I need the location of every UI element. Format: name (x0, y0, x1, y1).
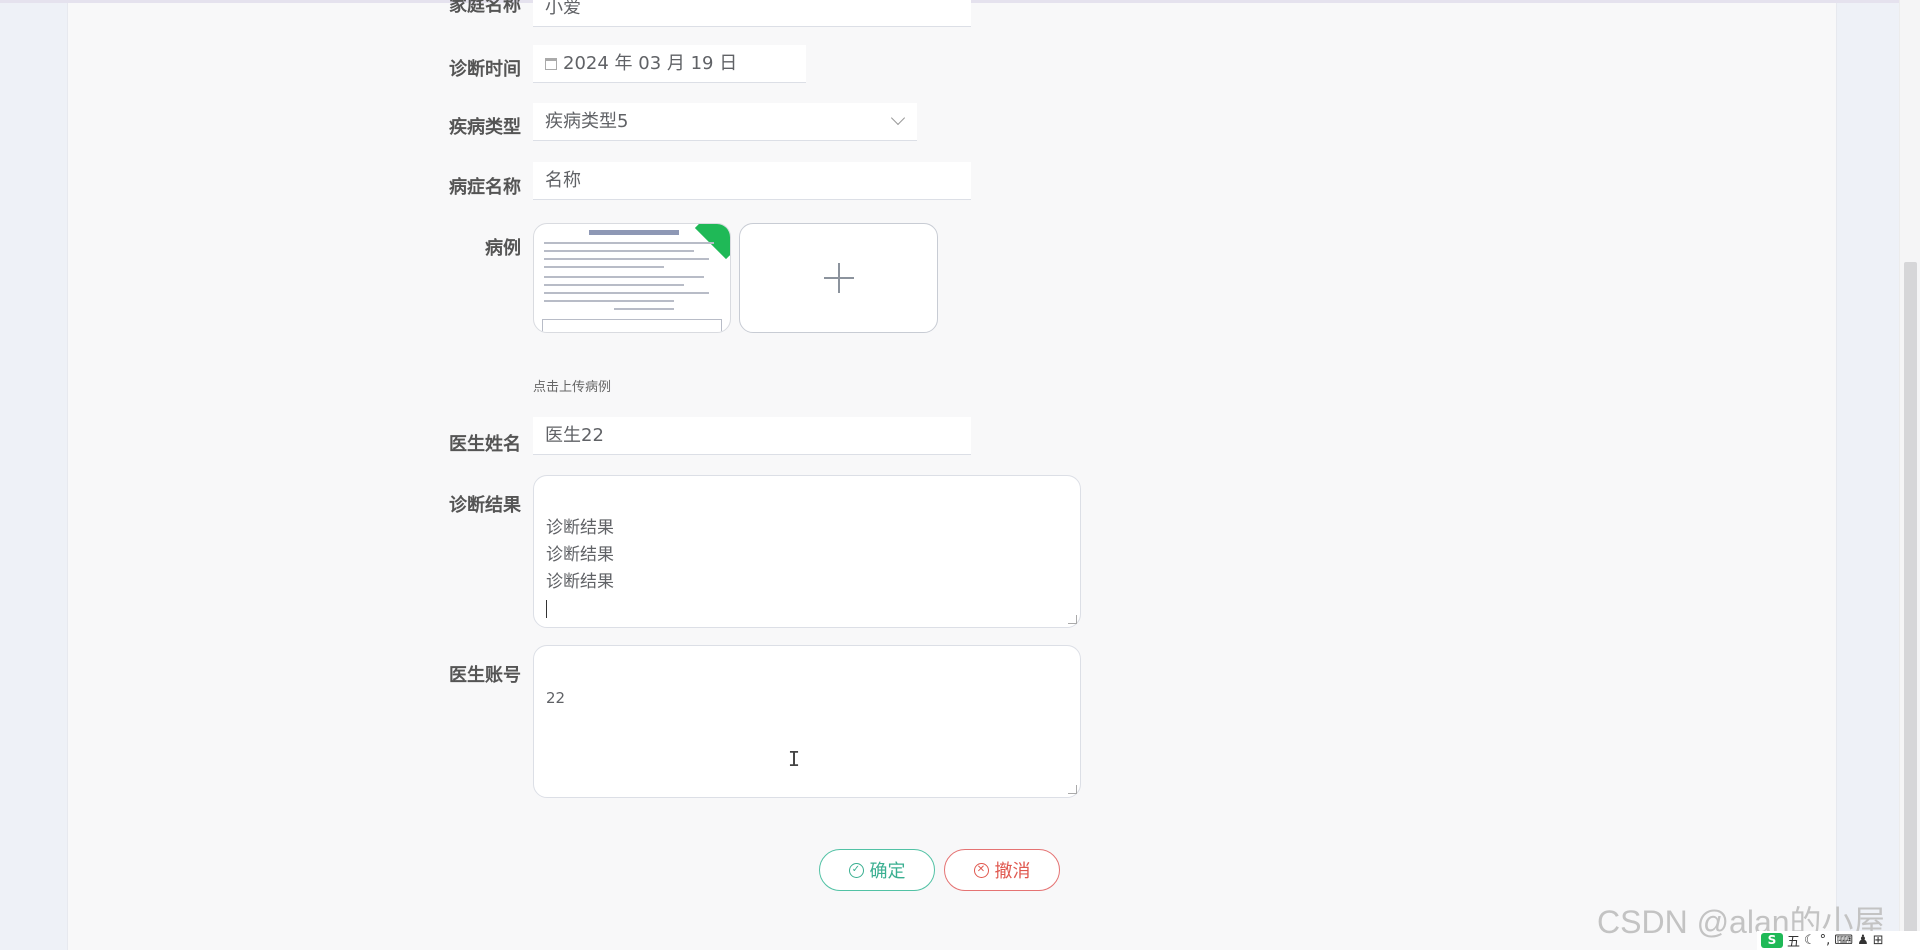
diagnosis-time-label: 诊断时间 (449, 59, 521, 80)
symptom-name-input[interactable]: 名称 (533, 162, 971, 200)
case-upload-button[interactable] (739, 223, 938, 333)
confirm-button[interactable]: ✓ 确定 (819, 849, 935, 891)
ime-mode[interactable]: 五 (1787, 931, 1800, 950)
diagnosis-result-textarea[interactable]: 诊断结果 诊断结果 诊断结果 (533, 475, 1081, 628)
disease-type-value: 疾病类型5 (545, 111, 629, 132)
case-image-thumbnail[interactable] (533, 223, 731, 333)
i-beam-cursor-icon: I (788, 747, 801, 771)
family-name-label: 家庭名称 (449, 0, 521, 16)
disease-type-select[interactable]: 疾病类型5 (533, 103, 917, 141)
cancel-button[interactable]: ✕ 撤消 (944, 849, 1060, 891)
disease-type-label: 疾病类型 (449, 117, 521, 138)
case-label: 病例 (485, 238, 521, 259)
ime-tray[interactable]: S 五 ☾ °, ⌨ ♟ ⊞ (1757, 931, 1920, 950)
close-circle-icon: ✕ (973, 862, 989, 878)
doctor-name-input[interactable]: 医生22 (533, 417, 971, 455)
family-name-input[interactable]: 小爱 (533, 0, 971, 27)
cancel-label: 撤消 (994, 861, 1031, 882)
text-caret (546, 600, 547, 618)
resize-handle-icon[interactable] (1068, 785, 1077, 794)
check-circle-icon: ✓ (848, 862, 864, 878)
form-card: 家庭名称 小爱 诊断时间 2024 年 03 月 19 日 疾病类型 疾病类型5… (67, 0, 1837, 950)
doctor-account-textarea[interactable]: 22 (533, 645, 1081, 798)
user-icon[interactable]: ♟ (1857, 933, 1869, 948)
chevron-down-icon (890, 110, 906, 126)
upload-tip: 点击上传病例 (533, 380, 612, 395)
confirm-label: 确定 (869, 861, 906, 882)
diagnosis-result-label: 诊断结果 (449, 495, 521, 516)
resize-handle-icon[interactable] (1068, 615, 1077, 624)
symptom-name-label: 病症名称 (449, 177, 521, 198)
calendar-icon (545, 58, 557, 70)
doctor-account-value: 22 (546, 689, 566, 707)
diagnosis-time-value: 2024 年 03 月 19 日 (563, 53, 738, 74)
doctor-name-label: 医生姓名 (449, 434, 521, 455)
diagnosis-time-picker[interactable]: 2024 年 03 月 19 日 (533, 45, 806, 83)
moon-icon[interactable]: ☾ (1804, 933, 1816, 948)
keyboard-icon[interactable]: ⌨ (1834, 933, 1853, 948)
diagnosis-result-value: 诊断结果 诊断结果 诊断结果 (546, 518, 614, 592)
page-scrollbar[interactable] (1899, 0, 1920, 950)
sogou-icon[interactable]: S (1761, 933, 1783, 948)
scrollbar-thumb[interactable] (1904, 262, 1917, 950)
doctor-account-label: 医生账号 (449, 665, 521, 686)
grid-icon[interactable]: ⊞ (1873, 933, 1884, 948)
punct-icon[interactable]: °, (1820, 933, 1831, 948)
